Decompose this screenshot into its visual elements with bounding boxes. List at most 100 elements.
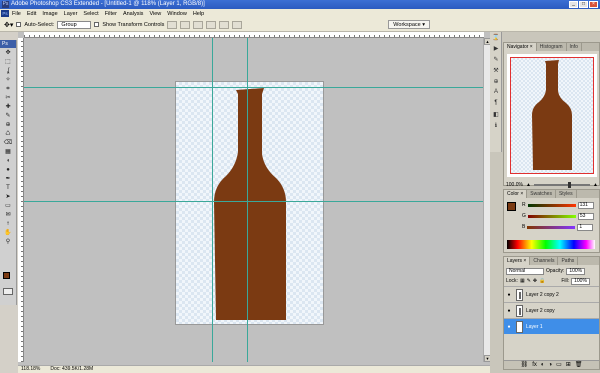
type-icon[interactable]: T bbox=[1, 184, 15, 192]
hand-icon[interactable]: ✋ bbox=[1, 229, 15, 237]
path-select-icon[interactable]: ➤ bbox=[1, 193, 15, 201]
eraser-icon[interactable]: ⌫ bbox=[1, 139, 15, 147]
clone-source-icon[interactable]: ⊕ bbox=[491, 78, 501, 87]
menu-file[interactable]: File bbox=[12, 11, 21, 17]
visibility-eye-icon[interactable]: ● bbox=[504, 324, 514, 330]
lock-all-icon[interactable]: 🔒 bbox=[539, 278, 545, 284]
tool-presets-icon[interactable]: ⚒ bbox=[491, 67, 501, 76]
layer-row[interactable]: ● Layer 2 copy bbox=[504, 302, 599, 318]
zoom-in-icon[interactable]: ▲ bbox=[593, 182, 598, 188]
guide-vertical[interactable] bbox=[247, 38, 248, 362]
paragraph-icon[interactable]: ¶ bbox=[491, 100, 501, 109]
menu-filter[interactable]: Filter bbox=[105, 11, 117, 17]
horizontal-ruler[interactable] bbox=[24, 32, 484, 38]
layer-style-icon[interactable]: fx bbox=[532, 361, 537, 369]
layer-name[interactable]: Layer 1 bbox=[526, 324, 543, 330]
channel-b-slider[interactable] bbox=[527, 225, 576, 229]
navigator-view-box[interactable] bbox=[510, 57, 594, 174]
doc-info[interactable]: Doc: 439.5K/1.28M bbox=[50, 366, 93, 373]
healing-icon[interactable]: ✚ bbox=[1, 103, 15, 111]
layer-row-selected[interactable]: ● Layer 1 bbox=[504, 318, 599, 334]
menu-layer[interactable]: Layer bbox=[64, 11, 78, 17]
history-brush-icon[interactable]: ♺ bbox=[1, 130, 15, 138]
vertical-scrollbar[interactable]: ▲ ▼ bbox=[483, 38, 491, 362]
color-spectrum-ramp[interactable] bbox=[507, 240, 595, 249]
tab-histogram[interactable]: Histogram bbox=[537, 43, 567, 51]
close-button[interactable]: × bbox=[589, 1, 598, 8]
gradient-icon[interactable]: ▦ bbox=[1, 148, 15, 156]
app-menu-icon[interactable]: Ps bbox=[1, 10, 9, 17]
history-icon[interactable]: ⌛ bbox=[491, 34, 501, 43]
align-center-button[interactable] bbox=[219, 20, 230, 29]
channel-g-slider[interactable] bbox=[527, 214, 576, 218]
align-right-button[interactable] bbox=[232, 20, 243, 29]
lasso-icon[interactable]: ʆ bbox=[1, 67, 15, 75]
layer-mask-icon[interactable]: ◐ bbox=[541, 361, 545, 369]
stamp-icon[interactable]: ⊕ bbox=[1, 121, 15, 129]
link-layers-icon[interactable]: ⛓ bbox=[521, 361, 529, 369]
guide-vertical[interactable] bbox=[212, 38, 213, 362]
shape-icon[interactable]: ▭ bbox=[1, 202, 15, 210]
channel-g-input[interactable]: 53 bbox=[577, 212, 594, 220]
align-left-button[interactable] bbox=[206, 20, 217, 29]
blur-icon[interactable]: ◖ bbox=[1, 157, 15, 165]
quick-mask-icon[interactable] bbox=[3, 288, 13, 295]
menu-analysis[interactable]: Analysis bbox=[123, 11, 143, 17]
visibility-eye-icon[interactable]: ● bbox=[504, 292, 514, 298]
info-icon[interactable]: ℹ bbox=[491, 122, 501, 131]
pen-icon[interactable]: ✒ bbox=[1, 175, 15, 183]
layer-name[interactable]: Layer 2 copy 2 bbox=[526, 292, 559, 298]
align-middle-button[interactable] bbox=[180, 20, 191, 29]
lock-transparent-icon[interactable]: ▦ bbox=[520, 278, 525, 284]
navigator-preview[interactable] bbox=[507, 54, 597, 177]
channel-r-slider[interactable] bbox=[527, 203, 576, 207]
layer-name[interactable]: Layer 2 copy bbox=[526, 308, 555, 314]
align-top-button[interactable] bbox=[167, 20, 178, 29]
move-icon[interactable]: ✥ bbox=[1, 49, 15, 57]
guide-horizontal[interactable] bbox=[24, 201, 483, 202]
tab-swatches[interactable]: Swatches bbox=[527, 190, 556, 198]
tab-channels[interactable]: Channels bbox=[530, 257, 559, 265]
fill-input[interactable]: 100% bbox=[571, 277, 590, 285]
magic-wand-icon[interactable]: ✧ bbox=[1, 76, 15, 84]
notes-icon[interactable]: ✉ bbox=[1, 211, 15, 219]
slice-icon[interactable]: ✂ bbox=[1, 94, 15, 102]
opacity-input[interactable]: 100% bbox=[566, 267, 586, 275]
menu-image[interactable]: Image bbox=[42, 11, 57, 17]
character-icon[interactable]: A bbox=[491, 89, 501, 98]
actions-icon[interactable]: ▶ bbox=[491, 45, 501, 54]
maximize-button[interactable]: □ bbox=[579, 1, 588, 8]
zoom-icon[interactable]: ⚲ bbox=[1, 238, 15, 246]
lock-position-icon[interactable]: ✥ bbox=[533, 278, 537, 284]
minimize-button[interactable]: _ bbox=[569, 1, 578, 8]
tab-styles[interactable]: Styles bbox=[556, 190, 577, 198]
zoom-level[interactable]: 118.18% bbox=[21, 366, 40, 373]
auto-select-checkbox[interactable] bbox=[16, 22, 22, 27]
layer-comps-icon[interactable]: ◧ bbox=[491, 111, 501, 120]
blend-mode-dropdown[interactable]: Normal bbox=[506, 267, 544, 275]
channel-r-input[interactable]: 131 bbox=[577, 201, 594, 209]
canvas[interactable] bbox=[175, 81, 324, 325]
adjustment-layer-icon[interactable]: ◑ bbox=[548, 361, 552, 369]
tab-color[interactable]: Color × bbox=[504, 190, 528, 198]
tab-paths[interactable]: Paths bbox=[558, 257, 579, 265]
new-layer-icon[interactable]: ⊞ bbox=[566, 361, 571, 369]
channel-b-input[interactable]: 1 bbox=[577, 223, 594, 231]
marquee-icon[interactable]: ⬚ bbox=[1, 58, 15, 66]
move-tool-preset-icon[interactable]: ✥▾ bbox=[4, 21, 13, 29]
zoom-out-icon[interactable]: ▲ bbox=[526, 182, 531, 188]
color-foreground-swatch[interactable] bbox=[507, 202, 516, 211]
workspace-button[interactable]: Workspace ▾ bbox=[388, 20, 430, 29]
eyedropper-icon[interactable]: ⟊ bbox=[1, 220, 15, 228]
menu-edit[interactable]: Edit bbox=[27, 11, 36, 17]
align-bottom-button[interactable] bbox=[193, 20, 204, 29]
delete-layer-icon[interactable]: 🗑 bbox=[575, 361, 583, 369]
menu-window[interactable]: Window bbox=[167, 11, 187, 17]
brush-icon[interactable]: ✎ bbox=[1, 112, 15, 120]
navigator-zoom-value[interactable]: 100.0% bbox=[506, 182, 523, 188]
auto-select-dropdown[interactable]: Group bbox=[57, 20, 92, 29]
new-group-icon[interactable]: ▭ bbox=[556, 361, 562, 369]
zoom-slider-thumb[interactable] bbox=[567, 181, 571, 188]
lock-image-icon[interactable]: ✎ bbox=[527, 278, 531, 284]
foreground-color-swatch[interactable] bbox=[3, 272, 10, 279]
